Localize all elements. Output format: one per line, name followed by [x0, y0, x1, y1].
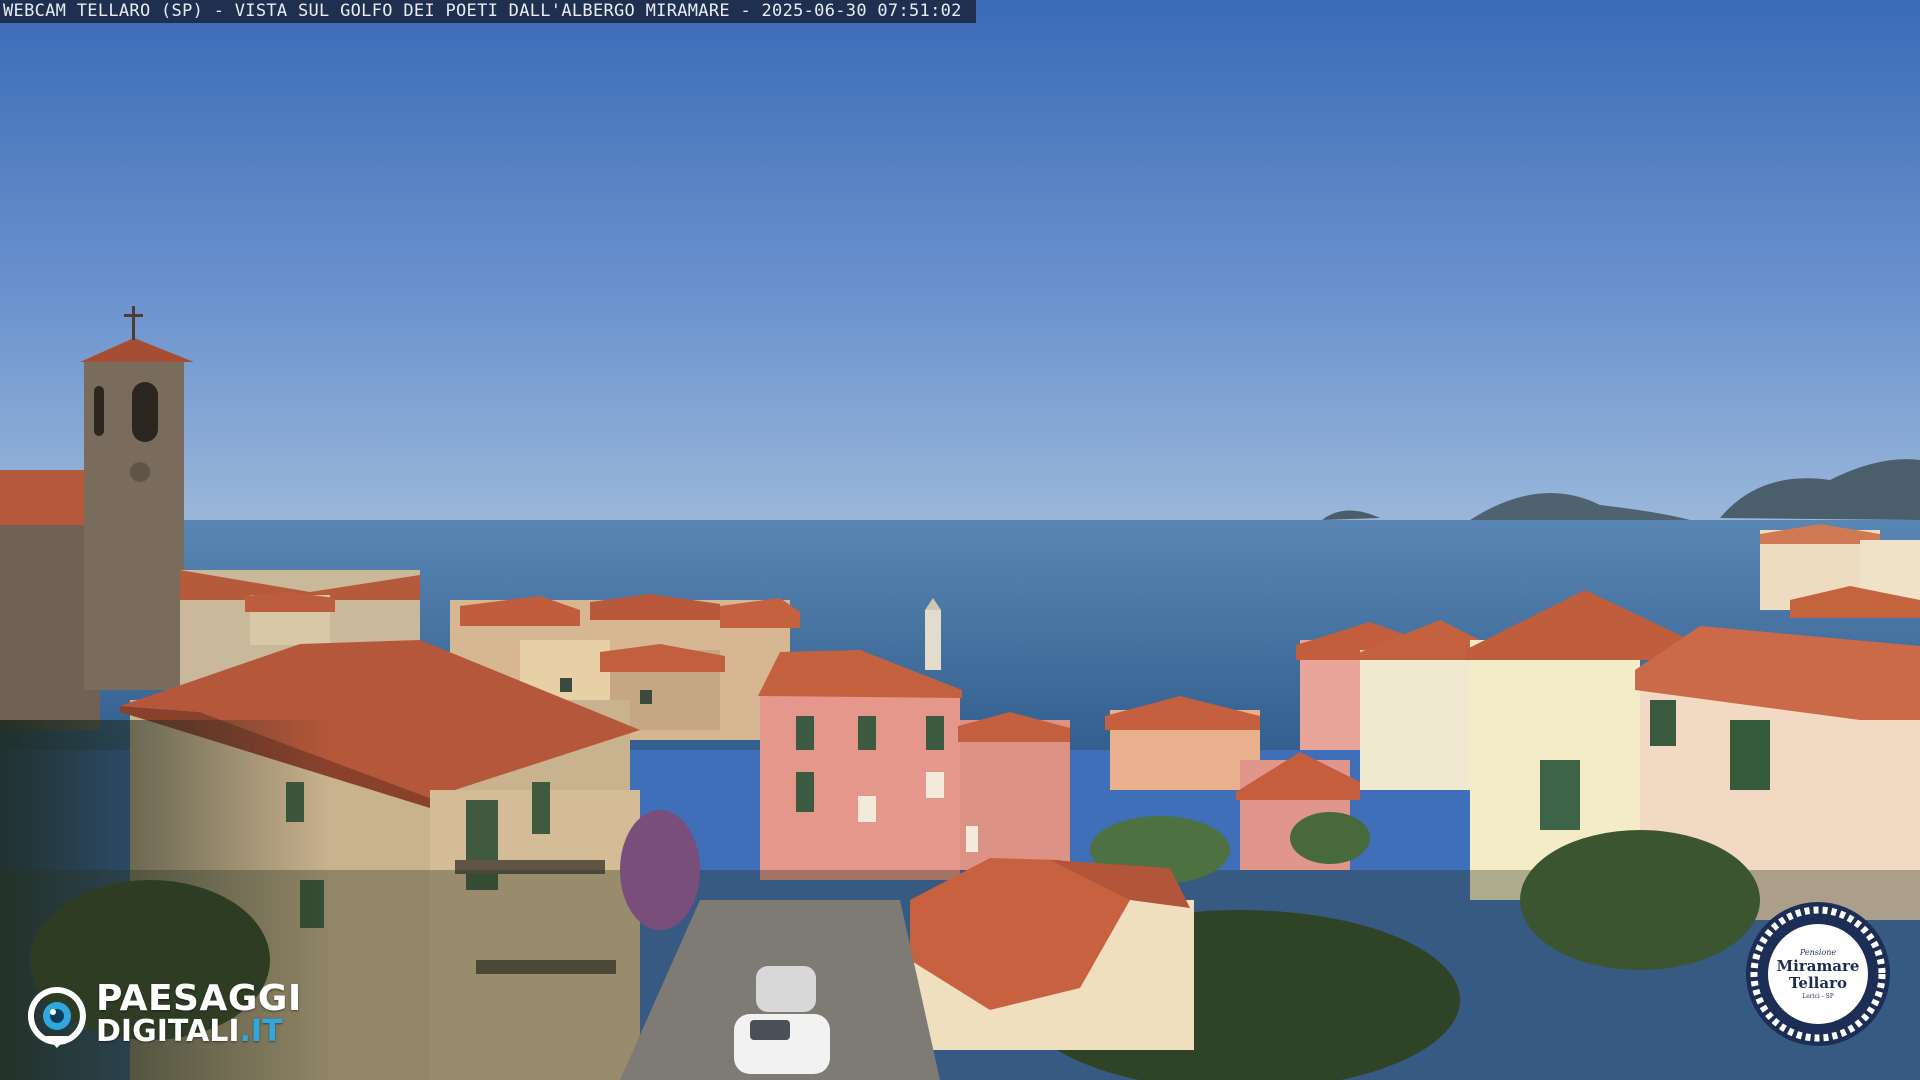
badge-name-line2: Tellaro [1788, 973, 1847, 992]
badge-text: Pensione Miramare Tellaro Lerici - SP [1744, 900, 1892, 1048]
badge-name-line1: Miramare [1776, 956, 1860, 975]
badge-tiny-line: Lerici - SP [1802, 992, 1834, 1000]
logo-tld: .IT [239, 1014, 283, 1049]
webcam-scene [0, 0, 1920, 1080]
sky [0, 0, 1920, 525]
logo-wordmark: PAESAGGI DIGITALI.IT [96, 978, 302, 1049]
badge-small-line: Pensione [1799, 947, 1837, 957]
miramare-tellaro-badge: Pensione Miramare Tellaro Lerici - SP [1744, 900, 1892, 1048]
webcam-caption: WEBCAM TELLARO (SP) - VISTA SUL GOLFO DE… [0, 0, 976, 23]
logo-brand: PAESAGGI [96, 978, 302, 1019]
logo-brand-second: DIGITALI.IT [96, 1014, 283, 1049]
eye-icon [28, 987, 86, 1048]
paesaggi-digitali-logo: PAESAGGI DIGITALI.IT [28, 978, 348, 1050]
front-center-house [910, 858, 1194, 1050]
